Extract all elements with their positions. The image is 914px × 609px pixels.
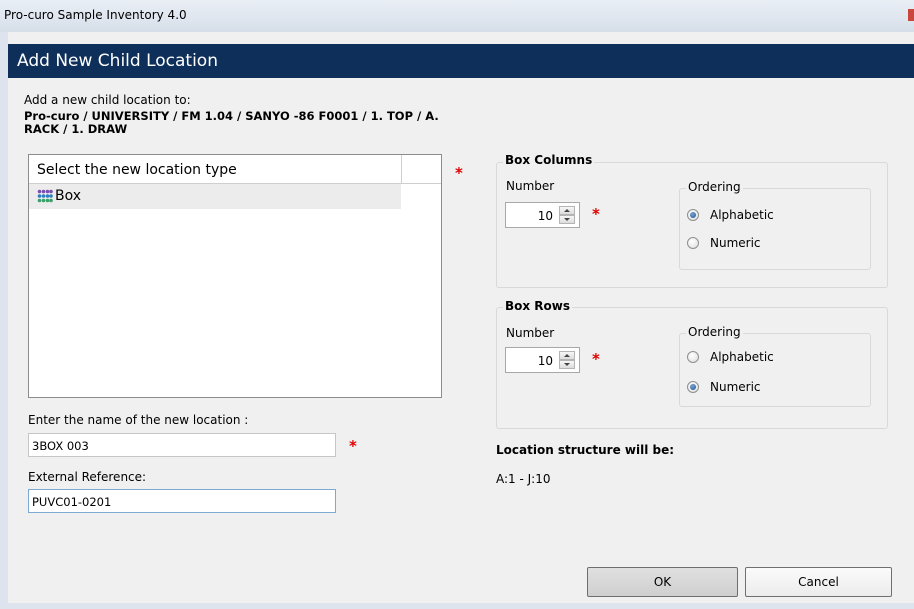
location-name-label: Enter the name of the new location :	[28, 413, 249, 427]
required-marker-type: *	[455, 164, 463, 182]
radio-label: Numeric	[710, 236, 761, 250]
box-rows-number-stepper[interactable]: 10	[505, 347, 580, 373]
stepper-down-icon[interactable]	[559, 360, 575, 369]
radio-unselected-icon	[687, 237, 699, 249]
box-rows-number-value: 10	[537, 354, 553, 368]
box-rows-title: Box Rows	[503, 299, 573, 313]
radio-selected-icon	[687, 381, 699, 393]
box-columns-ordering-group	[679, 188, 871, 270]
dialog-header: Add New Child Location	[8, 44, 914, 78]
stepper-down-icon[interactable]	[559, 215, 575, 224]
location-structure-label: Location structure will be:	[496, 443, 675, 457]
external-reference-input[interactable]: PUVC01-0201	[28, 489, 336, 513]
parent-location-path: Pro-curo / UNIVERSITY / FM 1.04 / SANYO …	[24, 109, 439, 136]
box-rows-ordering-title: Ordering	[686, 325, 743, 339]
list-header-filler	[402, 155, 441, 184]
required-marker-name: *	[349, 437, 357, 455]
stepper-up-icon[interactable]	[559, 351, 575, 360]
window-frame-left	[0, 32, 8, 609]
location-type-list-header[interactable]: Select the new location type	[29, 155, 402, 184]
window-title: Pro-curo Sample Inventory 4.0	[4, 8, 187, 22]
box-columns-ordering-title: Ordering	[686, 180, 743, 194]
external-reference-label: External Reference:	[28, 470, 147, 484]
radio-label: Alphabetic	[710, 350, 774, 364]
box-columns-alphabetic-radio[interactable]: Alphabetic	[687, 208, 774, 222]
box-rows-numeric-radio[interactable]: Numeric	[687, 380, 761, 394]
list-item-box[interactable]: Box	[29, 184, 401, 209]
box-rows-alphabetic-radio[interactable]: Alphabetic	[687, 350, 774, 364]
stepper-up-icon[interactable]	[559, 206, 575, 215]
box-rows-number-label: Number	[506, 326, 555, 340]
box-columns-number-label: Number	[506, 179, 555, 193]
location-type-list[interactable]: Select the new location type Box	[28, 154, 442, 398]
ok-button[interactable]: OK	[587, 567, 738, 597]
radio-label: Alphabetic	[710, 208, 774, 222]
box-columns-number-stepper[interactable]: 10	[505, 202, 580, 228]
box-columns-number-value: 10	[537, 209, 553, 223]
location-name-input[interactable]: 3BOX 003	[28, 433, 336, 457]
close-icon[interactable]	[908, 9, 914, 21]
box-grid-icon	[37, 189, 53, 203]
box-columns-numeric-radio[interactable]: Numeric	[687, 236, 761, 250]
location-type-header-label: Select the new location type	[37, 162, 237, 178]
location-structure-value: A:1 - J:10	[496, 472, 551, 486]
cancel-button[interactable]: Cancel	[745, 567, 892, 597]
box-rows-ordering-group	[679, 333, 871, 407]
box-columns-title: Box Columns	[503, 153, 595, 167]
window-titlebar: Pro-curo Sample Inventory 4.0	[0, 0, 914, 32]
required-marker-rows: *	[592, 350, 600, 368]
radio-selected-icon	[687, 209, 699, 221]
radio-label: Numeric	[710, 380, 761, 394]
radio-unselected-icon	[687, 351, 699, 363]
required-marker-columns: *	[592, 205, 600, 223]
intro-label: Add a new child location to:	[24, 93, 191, 107]
window-frame-bottom	[0, 603, 914, 609]
dialog-title: Add New Child Location	[17, 51, 218, 71]
list-item-label: Box	[55, 188, 82, 204]
